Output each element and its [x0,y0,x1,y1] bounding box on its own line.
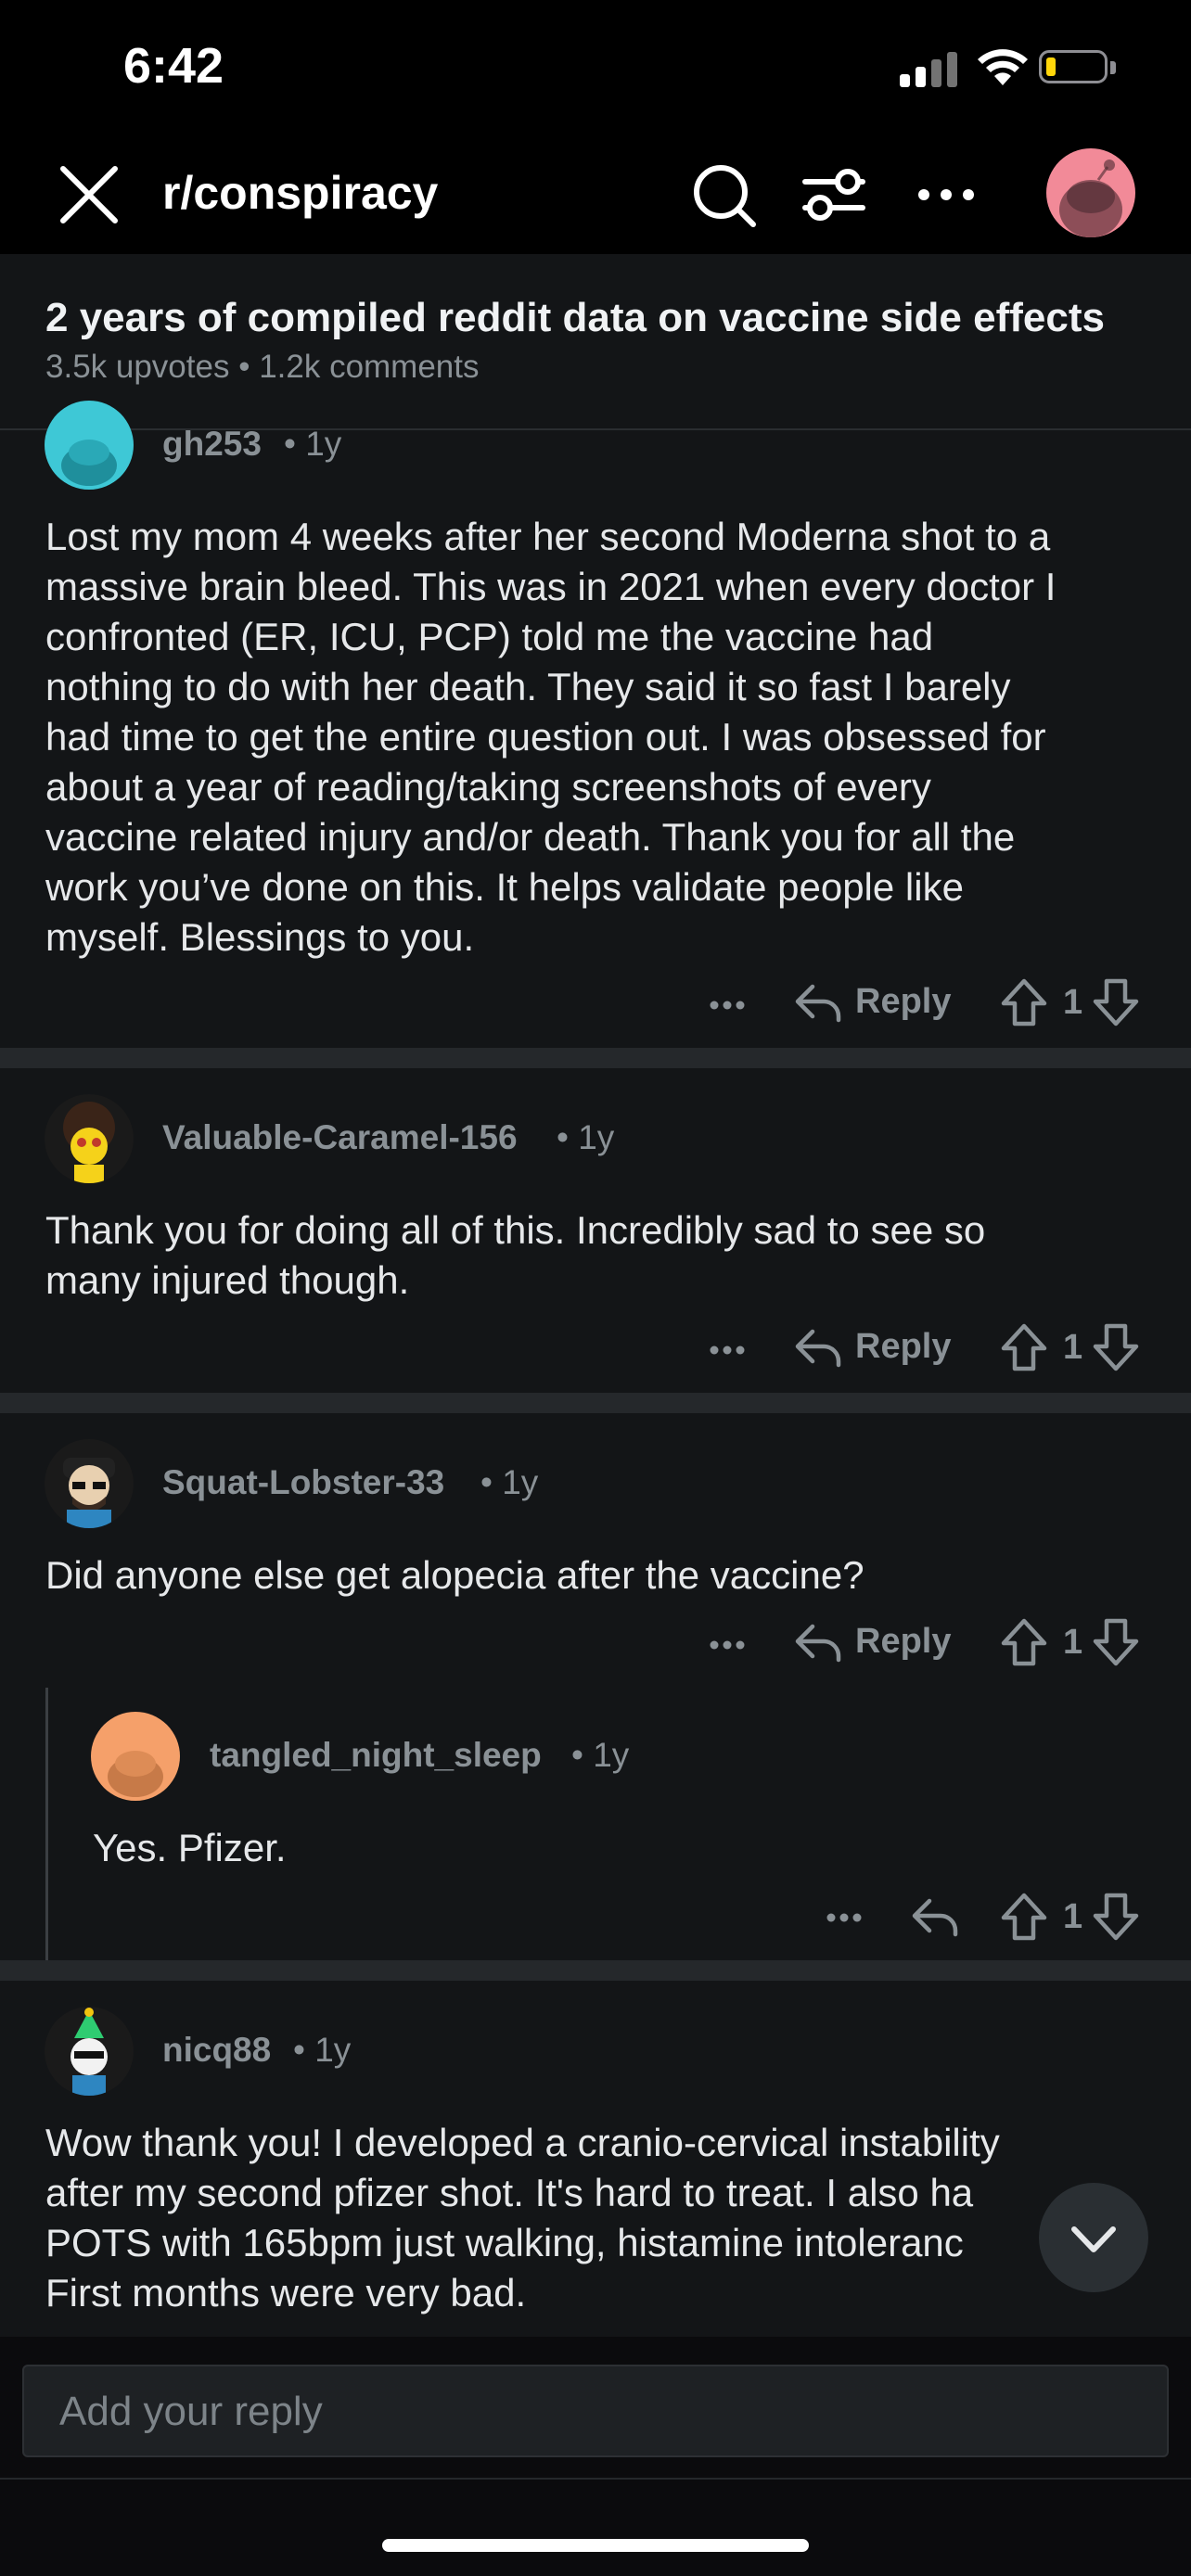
status-time: 6:42 [123,38,224,94]
upvote-icon[interactable] [998,1617,1050,1667]
comment-username[interactable]: nicq88 [162,2031,271,2070]
vote-count: 1 [1063,1896,1083,1936]
downvote-icon[interactable] [1090,1322,1142,1372]
chevron-down-icon [1071,2226,1116,2252]
reply-placeholder[interactable]: Add your reply [59,2389,323,2435]
post-summary[interactable] [0,254,1191,430]
reply-arrow-icon [795,984,841,1023]
wifi-icon [978,49,1028,85]
reply-username[interactable]: tangled_night_sleep [210,1736,542,1775]
comment-count: 1.2k comments [259,349,480,385]
downvote-icon[interactable] [1090,1617,1142,1667]
battery-icon [1039,50,1108,83]
user-avatar[interactable] [1046,148,1135,237]
upvote-icon[interactable] [998,977,1050,1027]
comment-separator [0,1960,1191,1981]
upvote-icon[interactable] [998,1322,1050,1372]
avatar[interactable] [91,1712,180,1801]
meta-separator: • [238,349,260,385]
avatar[interactable] [45,1439,134,1528]
battery-cap [1110,61,1116,74]
vote-controls: 1 [998,1892,1142,1942]
more-options-icon[interactable] [705,987,749,1024]
vote-count: 1 [1063,982,1083,1022]
home-indicator[interactable] [382,2539,809,2552]
downvote-icon[interactable] [1090,1892,1142,1942]
comment-age: • 1y [557,1118,615,1156]
cellular-signal-icon [900,50,957,87]
comment-separator [0,1048,1191,1068]
reply-arrow-icon [795,1624,841,1663]
reply-button[interactable]: Reply [792,1322,951,1371]
vote-controls: 1 [998,977,1142,1027]
vote-count: 1 [1063,1622,1083,1662]
comment-body: Wow thank you! I developed a cranio-cerv… [45,2121,1000,2315]
vote-controls: 1 [998,1322,1142,1372]
reply-body: Yes. Pfizer. [93,1826,287,1869]
close-icon[interactable] [54,159,128,234]
avatar[interactable] [45,1094,134,1183]
search-icon[interactable] [686,158,761,232]
post-stats: 3.5k upvotes • 1.2k comments [45,349,480,386]
comment-username[interactable]: gh253 [162,425,262,464]
upvote-icon[interactable] [998,1892,1050,1942]
comment-age: • 1y [284,425,342,463]
vote-count: 1 [1063,1327,1083,1367]
reply-button[interactable]: Reply [792,1617,951,1665]
comment-username[interactable]: Valuable-Caramel-156 [162,1118,518,1157]
more-options-icon[interactable] [705,1626,749,1664]
divider [0,2478,1191,2480]
comment-body: Thank you for doing all of this. Incredi… [45,1208,986,1302]
reply-arrow-icon[interactable] [909,1892,961,1940]
comment-age: • 1y [293,2031,352,2069]
reply-button[interactable]: Reply [792,977,951,1026]
post-title[interactable]: 2 years of compiled reddit data on vacci… [45,295,1105,341]
reply-age: • 1y [571,1736,630,1774]
downvote-icon[interactable] [1090,977,1142,1027]
avatar[interactable] [45,401,134,490]
comment-username[interactable]: Squat-Lobster-33 [162,1463,444,1502]
upvote-count: 3.5k upvotes [45,349,230,385]
comment-separator [0,1393,1191,1413]
sort-filter-icon[interactable] [798,158,872,232]
more-options-icon[interactable] [909,158,983,232]
thread-line[interactable] [45,1688,48,1960]
comment-age: • 1y [480,1463,539,1501]
vote-controls: 1 [998,1617,1142,1667]
more-options-icon[interactable] [822,1899,866,1936]
comment-body: Did anyone else get alopecia after the v… [45,1553,864,1597]
avatar[interactable] [45,2007,134,2096]
more-options-icon[interactable] [705,1332,749,1369]
subreddit-name[interactable]: r/conspiracy [162,163,438,223]
reply-arrow-icon [795,1329,841,1368]
comment-body: Lost my mom 4 weeks after her second Mod… [45,515,1057,959]
scroll-next-button[interactable] [1039,2183,1148,2292]
